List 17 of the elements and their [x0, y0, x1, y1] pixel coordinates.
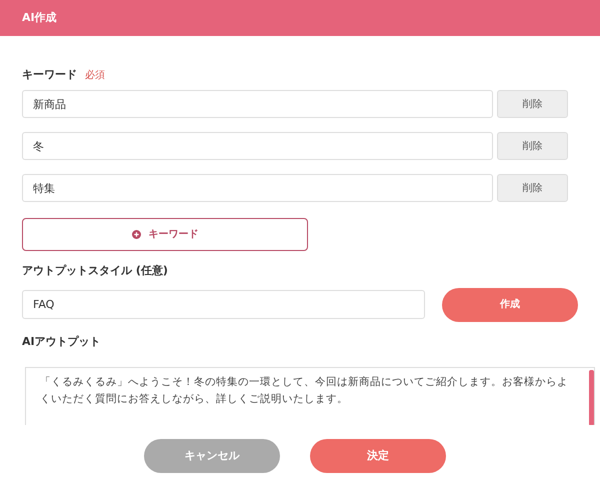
keyword-field[interactable]: 冬	[22, 132, 493, 160]
output-style-field[interactable]: FAQ	[22, 290, 425, 319]
delete-button[interactable]: 削除	[497, 174, 568, 202]
keyword-field[interactable]: 特集	[22, 174, 493, 202]
scrollbar[interactable]	[589, 370, 594, 425]
output-text-area[interactable]: 「くるみくるみ」へようこそ！冬の特集の一環として、今回は新商品についてご紹介します。お客様からよくいただく質問にお答えしながら、詳しくご説明いたします。	[25, 367, 595, 425]
delete-button[interactable]: 削除	[497, 90, 568, 118]
field-label: AIアウトプット	[22, 334, 102, 350]
plus-circle-icon	[132, 230, 140, 239]
dialog-title: AI作成	[22, 10, 57, 26]
delete-button[interactable]: 削除	[497, 132, 568, 160]
field-label: キーワード	[22, 66, 77, 83]
add-keyword-button[interactable]: キーワード	[22, 218, 308, 251]
required-label: 必須	[85, 68, 105, 82]
output-text: 「くるみくるみ」へようこそ！冬の特集の一環として、今回は新商品についてご紹介します。お客様からよくいただく質問にお答えしながら、詳しくご説明いたします。	[39, 375, 569, 407]
keyword-field[interactable]: 新商品	[22, 90, 493, 118]
field-label: アウトプットスタイル (任意)	[22, 263, 169, 279]
